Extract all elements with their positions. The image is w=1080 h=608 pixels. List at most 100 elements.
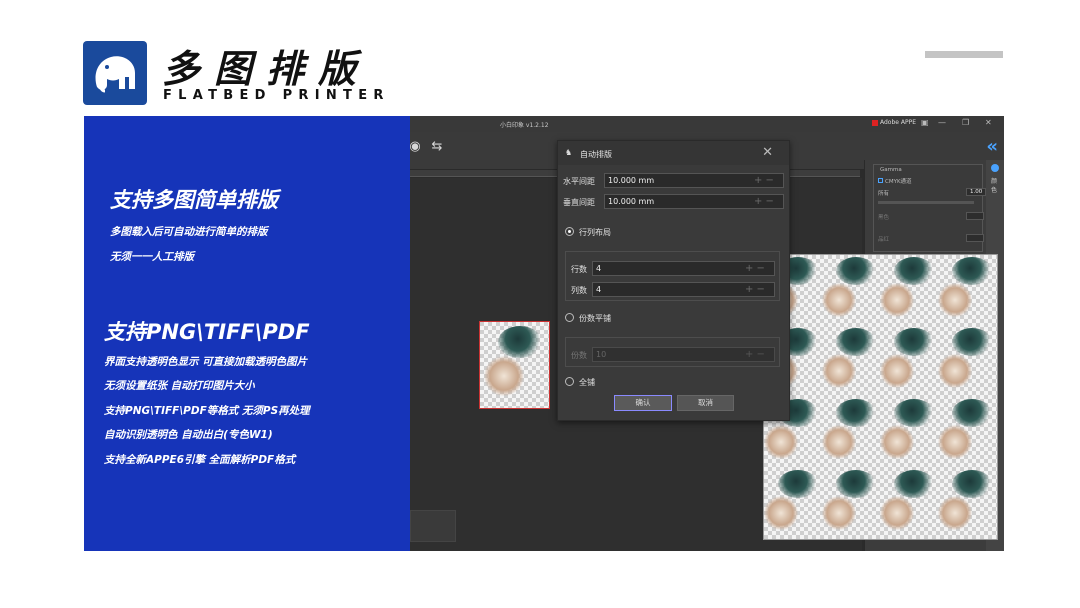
page-subtitle: FLATBED PRINTER [163, 88, 390, 103]
flower-motif [822, 283, 856, 317]
flower-motif [894, 328, 934, 356]
flower-motif [938, 425, 972, 459]
gamma-slider[interactable] [878, 201, 974, 204]
feature-line: 支持全新APPE6引擎 全面解析PDF格式 [104, 454, 296, 466]
flower-motif [822, 354, 856, 388]
tiled-image [822, 468, 880, 539]
flower-motif [836, 399, 876, 427]
stepper-icon[interactable]: + − [754, 173, 774, 188]
cols-label: 列数 [571, 286, 587, 295]
hidden-panel [410, 510, 456, 542]
feature-heading-1: 支持多图简单排版 [110, 188, 278, 212]
feature-line: 无须设置纸张 自动打印图片大小 [104, 380, 255, 392]
flower-motif [894, 470, 934, 498]
flower-motif [484, 356, 524, 396]
elephant-logo-icon [83, 41, 147, 105]
tiled-image [880, 397, 938, 468]
restore-icon[interactable]: ❐ [962, 118, 969, 127]
confirm-button[interactable]: 确认 [614, 395, 672, 411]
tiled-image [880, 326, 938, 397]
product-label: Adobe APPE [872, 119, 916, 126]
stepper-icon[interactable]: + − [754, 194, 774, 209]
slide: 多图排版 FLATBED PRINTER 支持多图简单排版 多图载入后可自动进行… [0, 0, 1080, 608]
dialog-header: ♞ 自动排版 ✕ [558, 141, 789, 165]
feature-line: 多图载入后可自动进行简单的排版 [110, 226, 268, 238]
flower-motif [938, 496, 972, 530]
flower-motif [836, 257, 876, 285]
gamma-section: Gamma CMYK通道 所有 1.00 黑色 品红 [873, 164, 987, 252]
tiled-image [938, 326, 996, 397]
tiled-image [938, 255, 996, 326]
dim-value [966, 234, 984, 242]
option-full-label: 全铺 [579, 378, 595, 387]
cancel-button[interactable]: 取消 [677, 395, 734, 411]
feature-heading-2: 支持PNG\TIFF\PDF [104, 320, 310, 344]
cmyk-checkbox[interactable]: CMYK通道 [878, 177, 912, 185]
all-label: 所有 [878, 191, 890, 197]
page-title: 多图排版 [162, 47, 371, 91]
flower-motif [836, 470, 876, 498]
option-copies-label: 份数平铺 [579, 314, 611, 323]
tiled-image [822, 326, 880, 397]
side-tab-color[interactable]: 颜色 [991, 176, 999, 194]
flower-motif [822, 425, 856, 459]
rows-label: 行数 [571, 265, 587, 274]
flower-motif [894, 257, 934, 285]
flower-motif [880, 283, 914, 317]
stepper-icon[interactable]: + − [745, 282, 765, 297]
dim-value [966, 212, 984, 220]
collapse-panel-icon[interactable]: « [986, 136, 998, 157]
radio-full[interactable] [565, 377, 574, 386]
layout-icon[interactable]: ⇆ [428, 138, 446, 156]
tiled-image [764, 468, 822, 539]
flower-motif [952, 470, 992, 498]
option-rowcol-label: 行列布局 [579, 228, 611, 237]
flower-motif [880, 354, 914, 388]
radio-rowcol[interactable] [565, 227, 574, 236]
tiled-image [880, 255, 938, 326]
tiled-image [822, 397, 880, 468]
flower-motif [952, 399, 992, 427]
eye-icon[interactable]: ◉ [410, 138, 424, 156]
minimize-icon[interactable]: — [938, 118, 946, 127]
flower-motif [764, 425, 798, 459]
tiled-preview [763, 254, 998, 540]
auto-layout-dialog: ♞ 自动排版 ✕ 水平间距 10.000 mm + − 垂直间距 10.000 … [557, 140, 790, 421]
v-spacing-label: 垂直间距 [563, 198, 595, 207]
flower-motif [498, 326, 542, 358]
feature-line: 界面支持透明色显示 可直接加载透明色图片 [104, 356, 308, 368]
flower-motif [952, 328, 992, 356]
app-icon[interactable]: ▣ [921, 118, 929, 127]
title-bar: 小白印象 v1.2.12 Adobe APPE ▣ — ❐ ✕ [410, 116, 1004, 132]
tiled-image [938, 397, 996, 468]
close-icon[interactable]: ✕ [762, 145, 773, 160]
radio-copies[interactable] [565, 313, 574, 322]
stepper-icon[interactable]: + − [745, 261, 765, 276]
flower-motif [938, 283, 972, 317]
flower-motif [836, 328, 876, 356]
tiled-image [822, 255, 880, 326]
copies-label: 份数 [571, 351, 587, 360]
flower-motif [894, 399, 934, 427]
dialog-title: 自动排版 [580, 150, 612, 159]
tiled-image [938, 468, 996, 539]
all-value[interactable]: 1.00 [966, 188, 987, 196]
decorative-bar [925, 51, 1003, 58]
tiled-image [880, 468, 938, 539]
color-tab-icon[interactable] [991, 164, 999, 172]
dim-label: 黑色 [878, 215, 890, 221]
h-spacing-label: 水平间距 [563, 177, 595, 186]
feature-panel: 支持多图简单排版 多图载入后可自动进行简单的排版 无须一一人工排版 支持PNG\… [84, 116, 410, 551]
stepper-icon: + − [745, 349, 765, 360]
close-icon[interactable]: ✕ [985, 118, 992, 127]
dim-label: 品红 [878, 237, 890, 243]
flower-motif [764, 496, 798, 530]
flower-motif [880, 496, 914, 530]
flower-motif [938, 354, 972, 388]
window-title: 小白印象 v1.2.12 [500, 122, 549, 129]
feature-line: 支持PNG\TIFF\PDF等格式 无须PS再处理 [104, 405, 310, 417]
flower-motif [952, 257, 992, 285]
canvas-image[interactable] [479, 321, 550, 409]
flower-motif [822, 496, 856, 530]
feature-line: 无须一一人工排版 [110, 251, 194, 263]
